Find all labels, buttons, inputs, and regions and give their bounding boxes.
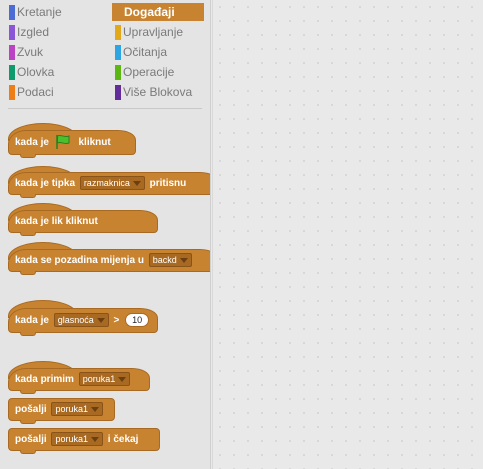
block-notch xyxy=(20,390,36,394)
category-sensing[interactable]: Očitanja xyxy=(112,43,204,61)
category-more-blocks[interactable]: Više Blokova xyxy=(112,83,204,101)
category-events[interactable]: Događaji xyxy=(112,3,204,21)
category-operators[interactable]: Operacije xyxy=(112,63,204,81)
category-label: Izgled xyxy=(17,25,50,39)
block-text: kada je xyxy=(15,315,49,326)
block-notch xyxy=(20,232,36,236)
message-dropdown[interactable]: poruka1 xyxy=(51,402,103,417)
category-label: Zvuk xyxy=(17,45,44,59)
when-i-receive-block[interactable]: kada primim poruka1 xyxy=(8,368,150,391)
when-backdrop-switches-block[interactable]: kada se pozadina mijenja u backd xyxy=(8,249,210,272)
block-notch xyxy=(20,154,36,158)
category-color-chip xyxy=(115,85,121,100)
block-text: kada je tipka xyxy=(15,178,76,189)
message-dropdown[interactable]: poruka1 xyxy=(78,372,131,387)
category-label: Upravljanje xyxy=(123,25,184,39)
category-color-chip xyxy=(9,45,15,60)
block-notch xyxy=(20,271,36,275)
broadcast-block[interactable]: pošalji poruka1 xyxy=(8,398,115,421)
message-dropdown[interactable]: poruka1 xyxy=(51,432,103,447)
block-text: kada primim xyxy=(15,374,74,385)
category-data[interactable]: Podaci xyxy=(6,83,98,101)
category-label: Kretanje xyxy=(17,5,62,19)
block-text: pritisnu xyxy=(149,178,187,189)
palette-divider xyxy=(8,108,202,109)
block-text: kada je lik kliknut xyxy=(15,216,98,227)
category-label: Događaji xyxy=(124,5,175,19)
key-dropdown[interactable]: razmaknica xyxy=(79,176,145,191)
when-flag-clicked-block[interactable]: kada je kliknut xyxy=(8,130,136,155)
block-text: i čekaj xyxy=(107,434,139,445)
block-notch xyxy=(20,194,36,198)
block-notch xyxy=(20,332,36,336)
category-color-chip xyxy=(115,45,121,60)
sensor-dropdown[interactable]: glasnoća xyxy=(53,313,109,328)
category-label: Operacije xyxy=(123,65,175,79)
broadcast-and-wait-block[interactable]: pošalji poruka1 i čekaj xyxy=(8,428,160,451)
scratch-editor: Kretanje Događaji Izgled Upravljanje Zvu… xyxy=(0,0,483,469)
when-sensor-greater-block[interactable]: kada je glasnoća > 10 xyxy=(8,308,158,333)
category-sound[interactable]: Zvuk xyxy=(6,43,98,61)
block-text: pošalji xyxy=(15,434,47,445)
category-color-chip xyxy=(115,65,121,80)
category-looks[interactable]: Izgled xyxy=(6,23,98,41)
block-text: kliknut xyxy=(78,137,111,148)
block-text: kada se pozadina mijenja u xyxy=(15,255,144,266)
category-motion[interactable]: Kretanje xyxy=(6,3,98,21)
green-flag-icon xyxy=(55,135,70,150)
category-label: Olovka xyxy=(17,65,55,79)
category-control[interactable]: Upravljanje xyxy=(112,23,204,41)
category-color-chip xyxy=(9,5,15,20)
scripts-area[interactable] xyxy=(212,0,483,469)
block-notch xyxy=(20,420,36,424)
category-label: Više Blokova xyxy=(123,85,193,99)
block-text: pošalji xyxy=(15,404,47,415)
value-input[interactable]: 10 xyxy=(125,313,150,328)
block-notch xyxy=(20,450,36,454)
backdrop-dropdown[interactable]: backd xyxy=(148,253,192,268)
category-color-chip xyxy=(9,25,15,40)
category-color-chip xyxy=(9,85,15,100)
when-sprite-clicked-block[interactable]: kada je lik kliknut xyxy=(8,210,158,233)
category-label: Podaci xyxy=(17,85,54,99)
category-color-chip xyxy=(9,65,15,80)
category-label: Očitanja xyxy=(123,45,168,59)
block-text: > xyxy=(113,315,120,326)
block-palette: Kretanje Događaji Izgled Upravljanje Zvu… xyxy=(0,0,211,469)
block-text: kada je xyxy=(15,137,49,148)
category-pen[interactable]: Olovka xyxy=(6,63,98,81)
when-key-pressed-block[interactable]: kada je tipka razmaknica pritisnu xyxy=(8,172,210,195)
category-color-chip xyxy=(115,25,121,40)
